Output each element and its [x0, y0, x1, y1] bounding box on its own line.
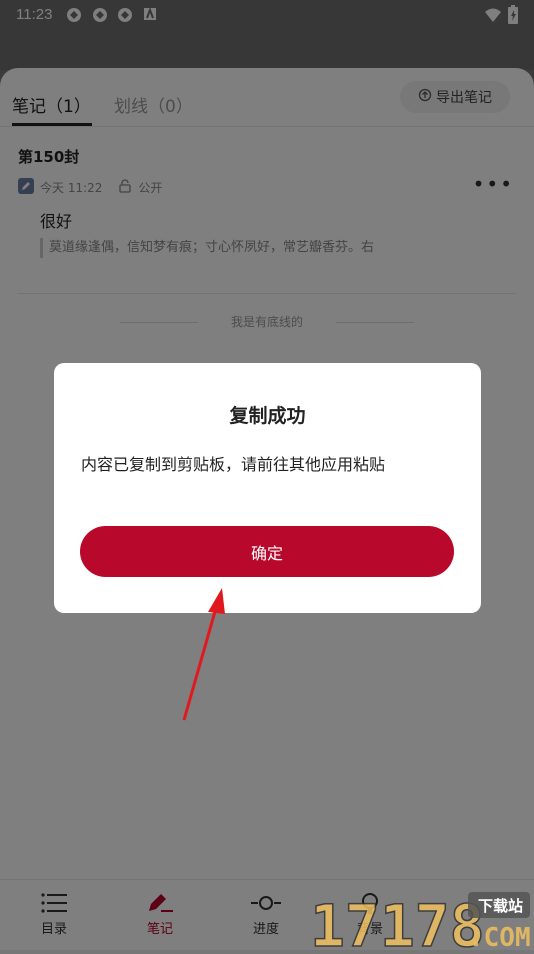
dialog-title: 复制成功	[229, 405, 306, 427]
watermark-sub: 下载站	[478, 897, 523, 915]
dialog-message: 内容已复制到剪贴板，请前往其他应用粘贴	[81, 455, 386, 474]
confirm-button[interactable]: 确定	[80, 526, 454, 577]
watermark-logo: 17178 下载站 .COM	[308, 884, 534, 954]
copy-success-dialog: 复制成功 内容已复制到剪贴板，请前往其他应用粘贴 确定	[54, 363, 481, 613]
svg-text:17178: 17178	[310, 892, 485, 950]
watermark-suffix: .COM	[468, 923, 531, 950]
